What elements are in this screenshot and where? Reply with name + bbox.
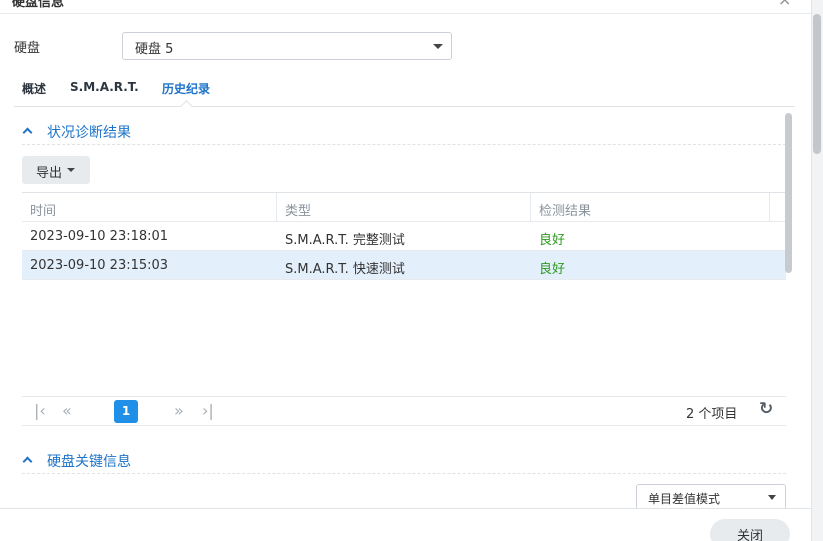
column-header-time[interactable]: 时间 — [30, 200, 56, 219]
table-row[interactable]: 2023-09-10 23:15:03 S.M.A.R.T. 快速测试 良好 — [22, 251, 786, 280]
previous-page-icon[interactable]: « — [62, 401, 72, 420]
refresh-icon[interactable]: ↻ — [759, 399, 773, 419]
section-header-key-info[interactable]: 硬盘关键信息 — [22, 450, 786, 474]
last-page-icon[interactable]: ›| — [202, 401, 214, 420]
export-button-label: 导出 — [36, 166, 63, 181]
cell-time: 2023-09-10 23:18:01 — [30, 229, 169, 244]
chevron-up-icon — [22, 456, 33, 467]
page-number-button[interactable]: 1 — [114, 400, 138, 423]
column-header-type[interactable]: 类型 — [285, 200, 311, 219]
content-scrollbar-thumb[interactable] — [785, 113, 792, 273]
mode-select-value: 单目差值模式 — [648, 492, 721, 506]
chevron-down-icon — [768, 495, 776, 500]
column-separator[interactable] — [276, 193, 277, 222]
cell-result: 良好 — [539, 262, 566, 277]
table-row[interactable]: 2023-09-10 23:18:01 S.M.A.R.T. 完整测试 良好 — [22, 222, 786, 251]
section-header-diagnosis[interactable]: 状况诊断结果 — [22, 121, 786, 145]
active-tab-indicator — [180, 100, 193, 113]
close-button[interactable]: 关闭 — [710, 519, 790, 541]
history-table: 时间 类型 检测结果 2023-09-10 23:18:01 S.M.A.R.T… — [22, 192, 786, 280]
chevron-up-icon — [22, 127, 33, 138]
mode-select[interactable]: 单目差值模式 — [636, 484, 786, 508]
first-page-icon[interactable]: |‹ — [34, 401, 46, 420]
column-header-result[interactable]: 检测结果 — [539, 200, 591, 219]
next-page-icon[interactable]: » — [174, 401, 184, 420]
chevron-down-icon — [433, 44, 443, 49]
cell-time: 2023-09-10 23:15:03 — [30, 258, 169, 273]
pagination-bar: |‹ « 1 » ›| 2 个项目 ↻ — [22, 396, 786, 426]
page-scrollbar-thumb[interactable] — [813, 14, 821, 154]
close-button-label: 关闭 — [736, 529, 763, 541]
table-header: 时间 类型 检测结果 — [22, 193, 786, 222]
disk-label: 硬盘 — [14, 41, 41, 56]
tabs-divider — [14, 106, 795, 107]
disk-select-value: 硬盘 5 — [135, 42, 174, 57]
dialog-header: 硬盘信息 × — [0, 0, 811, 14]
cell-result: 良好 — [539, 233, 566, 248]
dialog-footer: 关闭 — [0, 508, 811, 541]
column-separator[interactable] — [769, 193, 770, 222]
chevron-down-icon — [67, 168, 75, 172]
column-separator[interactable] — [530, 193, 531, 222]
cell-type: S.M.A.R.T. 完整测试 — [285, 233, 405, 248]
close-icon[interactable]: × — [778, 0, 791, 9]
tab-smart[interactable]: S.M.A.R.T. — [70, 80, 139, 94]
item-count: 2 个项目 — [686, 407, 738, 422]
export-button[interactable]: 导出 — [22, 156, 90, 184]
tab-overview[interactable]: 概述 — [22, 80, 46, 97]
section-title-key-info: 硬盘关键信息 — [47, 454, 131, 470]
section-title-diagnosis: 状况诊断结果 — [47, 125, 131, 141]
cell-type: S.M.A.R.T. 快速测试 — [285, 262, 405, 277]
dialog-title: 硬盘信息 — [12, 0, 65, 10]
tab-history[interactable]: 历史纪录 — [162, 80, 210, 97]
disk-select[interactable]: 硬盘 5 — [122, 32, 452, 60]
